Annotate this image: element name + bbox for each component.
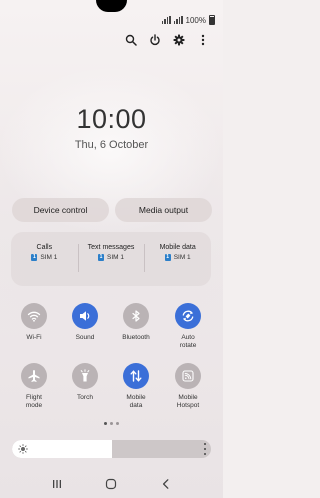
torch-icon[interactable] [72, 363, 98, 389]
page-dot [110, 422, 113, 425]
sim-calls-value-row: 1 SIM 1 [31, 254, 57, 261]
tile-sound[interactable]: Sound [59, 303, 111, 342]
more-vertical-icon[interactable] [197, 34, 209, 46]
device-control-button[interactable]: Device control [12, 198, 109, 222]
airplane-icon[interactable] [21, 363, 47, 389]
sim-data-title: Mobile data [159, 244, 196, 251]
sim-badge-icon: 1 [31, 254, 38, 261]
tile-mobile-hotspot[interactable]: Mobile Hotspot [162, 363, 214, 410]
data-arrows-icon[interactable] [123, 363, 149, 389]
sim-calls[interactable]: Calls 1 SIM 1 [11, 232, 78, 286]
sim-calls-title: Calls [36, 244, 53, 251]
tile-wifi[interactable]: Wi-Fi [8, 303, 60, 342]
tile-label: Wi-Fi [26, 334, 42, 341]
status-bar: 100% [161, 14, 215, 26]
gear-icon[interactable] [173, 34, 185, 46]
sim-badge-icon: 1 [98, 254, 105, 261]
bluetooth-icon[interactable] [123, 303, 149, 329]
sim-calls-value: SIM 1 [40, 254, 58, 261]
search-icon[interactable] [125, 34, 137, 46]
sim-messages[interactable]: Text messages 1 SIM 1 [77, 232, 145, 286]
sim-data-value-row: 1 SIM 1 [164, 254, 191, 261]
tile-mobile-data[interactable]: Mobile data [110, 363, 162, 410]
clock-time: 10:00 [76, 104, 147, 134]
navigation-bar [0, 470, 223, 498]
sim-data-value: SIM 1 [173, 254, 191, 261]
tile-flight-mode[interactable]: Flight mode [8, 363, 60, 410]
auto-rotate-icon[interactable] [175, 303, 201, 329]
clock-date: Thu, 6 October [74, 139, 149, 151]
battery-icon [209, 15, 215, 25]
tile-label: Mobile Hotspot [176, 394, 200, 409]
home-icon[interactable] [104, 477, 118, 491]
tile-label: Auto rotate [179, 334, 197, 349]
tile-label: Bluetooth [122, 334, 150, 341]
signal-icon-2 [173, 16, 183, 24]
hotspot-icon[interactable] [175, 363, 201, 389]
tile-label: Sound [75, 334, 95, 341]
tile-label: Flight mode [25, 394, 43, 409]
sim-data[interactable]: Mobile data 1 SIM 1 [144, 232, 211, 286]
sim-badge-icon: 1 [164, 254, 171, 261]
speaker-icon[interactable] [72, 303, 98, 329]
page-dot [104, 422, 107, 425]
brightness-slider[interactable] [12, 440, 211, 458]
sun-icon [18, 444, 28, 454]
page-indicator [0, 422, 223, 425]
back-icon[interactable] [159, 477, 173, 491]
battery-percent: 100% [185, 15, 206, 25]
brightness-more-icon[interactable] [203, 443, 207, 455]
wifi-icon[interactable] [21, 303, 47, 329]
tile-torch[interactable]: Torch [59, 363, 111, 402]
quick-panel-header [125, 34, 209, 46]
tile-auto-rotate[interactable]: Auto rotate [162, 303, 214, 350]
tile-label: Mobile data [126, 394, 146, 409]
signal-icon [161, 16, 171, 24]
sim-messages-title: Text messages [87, 244, 135, 251]
power-icon[interactable] [149, 34, 161, 46]
sim-messages-value: SIM 1 [107, 254, 124, 261]
tile-label: Torch [77, 394, 93, 401]
page-dot [116, 422, 119, 425]
tile-bluetooth[interactable]: Bluetooth [110, 303, 162, 342]
sim-manager-panel: Calls 1 SIM 1 Text messages 1 SIM 1 Mobi… [11, 232, 211, 286]
recents-icon[interactable] [50, 477, 64, 491]
media-output-button[interactable]: Media output [115, 198, 212, 222]
sim-messages-value-row: 1 SIM 1 [98, 254, 124, 261]
